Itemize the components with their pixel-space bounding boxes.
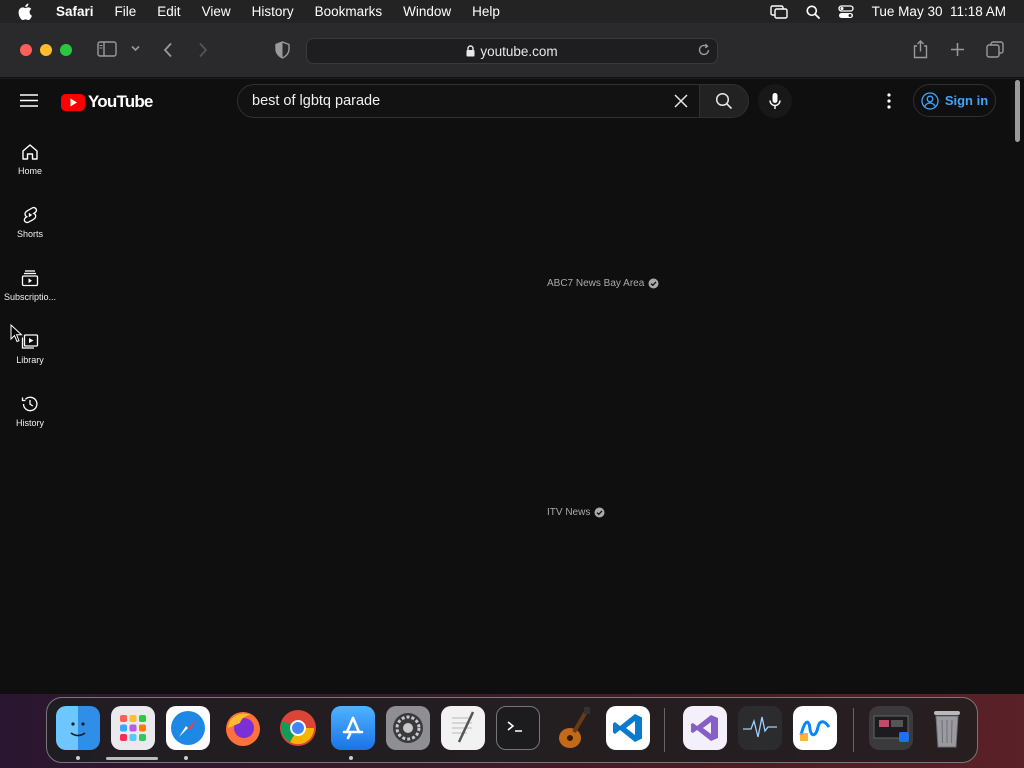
scrollbar-thumb[interactable] [1015,80,1020,142]
youtube-play-icon [61,93,85,111]
dock-safari-icon[interactable] [166,706,210,750]
dock-separator [664,708,665,752]
youtube-logo[interactable]: YouTube [61,92,153,112]
verified-badge-icon [594,507,605,518]
result-channel-name[interactable]: ABC7 News Bay Area [547,278,659,289]
menu-app-name[interactable]: Safari [56,4,94,19]
close-window-button[interactable] [20,44,32,56]
sidebar-item-home[interactable]: Home [0,143,60,176]
dock-textedit-icon[interactable] [441,706,485,750]
address-bar[interactable]: youtube.com [306,38,718,64]
spotlight-search-icon[interactable] [806,5,820,19]
dock-progress-indicator [106,757,158,760]
mouse-cursor-icon [10,324,23,343]
dock-vscode-icon[interactable] [606,706,650,750]
dock-visual-studio-icon[interactable] [683,706,727,750]
control-center-icon[interactable] [838,4,854,19]
menu-window[interactable]: Window [403,4,451,19]
more-options-icon[interactable] [882,91,896,116]
sidebar-item-label: Shorts [16,229,43,239]
dock-terminal-icon[interactable] [496,706,540,750]
browser-toolbar: youtube.com [0,23,1024,78]
youtube-page: YouTube best of lgbtq parade Sign in Hom… [0,79,1013,694]
screen-mirroring-icon[interactable] [769,4,788,19]
menu-bar: Safari File Edit View History Bookmarks … [0,0,1024,23]
dock-firefox-icon[interactable] [221,706,265,750]
hamburger-menu-icon[interactable] [20,94,38,112]
menu-file[interactable]: File [115,4,137,19]
search-icon [715,92,733,110]
dock-app-store-icon[interactable] [331,706,375,750]
search-button[interactable] [699,84,749,118]
history-icon [21,396,38,412]
lock-icon [466,45,475,57]
menu-bookmarks[interactable]: Bookmarks [315,4,383,19]
privacy-shield-icon[interactable] [275,41,290,59]
sidebar-item-label: History [15,418,44,428]
dock-garageband-icon[interactable] [551,706,595,750]
menu-edit[interactable]: Edit [157,4,180,19]
minimize-window-button[interactable] [40,44,52,56]
dock-trash-icon[interactable] [925,706,969,750]
dock-system-preferences-icon[interactable] [386,706,430,750]
menubar-clock[interactable]: Tue May 30 11:18 AM [872,4,1006,19]
forward-button[interactable] [198,42,208,58]
zoom-window-button[interactable] [60,44,72,56]
tab-overview-icon[interactable] [986,41,1004,58]
channel-name-text[interactable]: ABC7 News Bay Area [547,278,644,289]
sign-in-button[interactable]: Sign in [913,84,996,117]
dock-separator [853,708,854,752]
account-icon [921,91,939,110]
menu-history[interactable]: History [252,4,294,19]
new-tab-icon[interactable] [950,42,965,57]
result-channel-name[interactable]: ITV News [547,507,605,518]
share-icon[interactable] [912,40,929,59]
sidebar-item-label: Library [16,355,44,365]
subscriptions-icon [21,270,39,287]
search-query-text: best of lgbtq parade [252,93,381,109]
sign-in-label: Sign in [944,93,989,108]
reload-icon[interactable] [697,43,711,60]
running-indicator [184,756,188,760]
sidebar-item-label: Subscriptio... [3,292,57,302]
youtube-wordmark: YouTube [88,92,153,111]
microphone-icon [769,93,781,109]
shorts-icon [23,206,38,224]
library-icon [21,334,39,349]
dock-finder-icon[interactable] [56,706,100,750]
youtube-header: YouTube best of lgbtq parade Sign in [0,79,1013,123]
apple-menu-icon[interactable] [18,3,36,21]
sidebar-item-subscriptions[interactable]: Subscriptio... [0,269,60,302]
dock-chrome-icon[interactable] [276,706,320,750]
sidebar-item-history[interactable]: History [0,395,60,428]
home-icon [22,144,38,160]
page-scrollbar[interactable] [1013,79,1024,694]
search-input[interactable]: best of lgbtq parade [237,84,699,118]
sidebar-item-library[interactable]: Library [0,332,60,365]
running-indicator [76,756,80,760]
sidebar-toggle-icon[interactable] [97,41,117,57]
clear-search-icon[interactable] [672,92,690,115]
url-text: youtube.com [480,43,558,59]
menu-view[interactable]: View [202,4,231,19]
sidebar-item-shorts[interactable]: Shorts [0,206,60,239]
dock-launchpad-icon[interactable] [111,706,155,750]
sidebar-item-label: Home [17,166,42,176]
dock [46,697,978,763]
back-button[interactable] [163,42,173,58]
verified-badge-icon [648,278,659,289]
running-indicator [349,756,353,760]
channel-name-text[interactable]: ITV News [547,507,590,518]
menu-help[interactable]: Help [472,4,500,19]
dock-activity-monitor-icon[interactable] [738,706,782,750]
dock-freeform-icon[interactable] [793,706,837,750]
voice-search-button[interactable] [758,84,792,118]
tab-group-chevron-icon[interactable] [131,45,140,52]
dock-screenshots-folder-icon[interactable] [869,706,913,750]
